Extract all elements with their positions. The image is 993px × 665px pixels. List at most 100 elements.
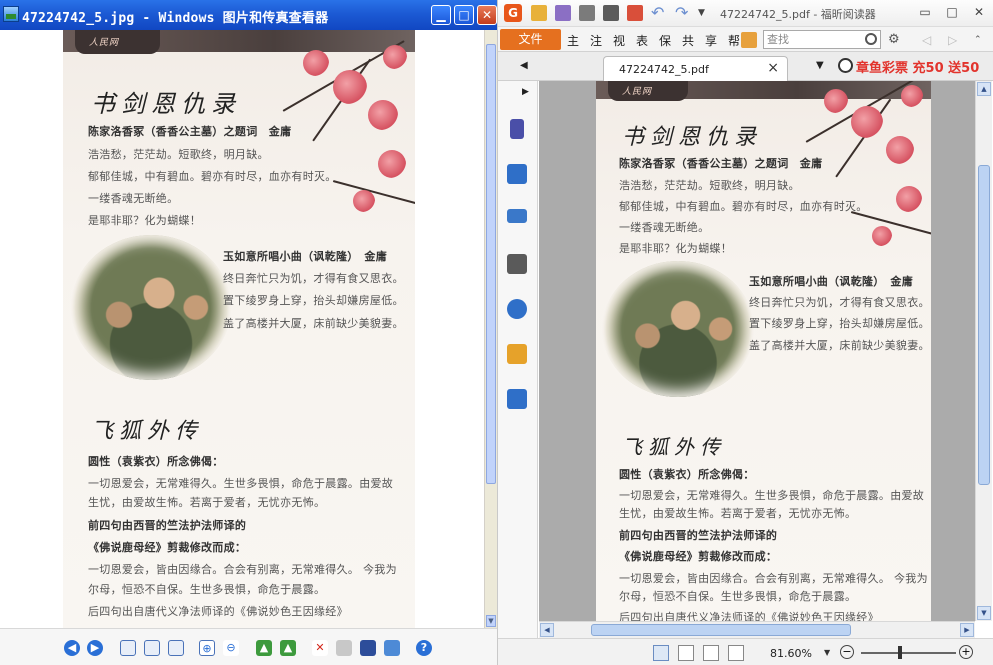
blossom-decoration bbox=[303, 50, 329, 76]
zoom-in-button[interactable]: + bbox=[959, 645, 973, 659]
ribbon-collapse-icon[interactable]: ⌃ bbox=[974, 32, 990, 48]
new-document-icon[interactable] bbox=[627, 5, 643, 21]
scroll-down-arrow[interactable]: ▼ bbox=[486, 615, 496, 627]
drama-portrait bbox=[602, 261, 754, 397]
zoom-slider[interactable] bbox=[861, 652, 956, 654]
pages-icon[interactable] bbox=[507, 164, 527, 184]
horizontal-scrollbar[interactable]: ◀ ▶ bbox=[539, 621, 975, 638]
blossom-decoration bbox=[368, 100, 398, 130]
document-tab-label: 47224742_5.pdf bbox=[619, 63, 709, 76]
section2-line: 一切恩爱会，皆由因缘合。合会有别离，无常难得久。 今我为 bbox=[88, 563, 397, 576]
pdf-viewport[interactable]: 人民网 书剑恩仇录 陈家洛香冢（香香公主墓）之题词 金庸 浩浩愁，茫茫劫。短歌终… bbox=[539, 81, 975, 621]
prev-image-icon[interactable]: ◀ bbox=[64, 640, 80, 656]
tab-comment[interactable]: 注 bbox=[590, 32, 602, 49]
actual-size-icon[interactable] bbox=[144, 640, 160, 656]
properties-icon[interactable] bbox=[603, 5, 619, 21]
close-tab-icon[interactable]: × bbox=[767, 60, 779, 76]
next-image-icon[interactable]: ▶ bbox=[87, 640, 103, 656]
tab-list-icon[interactable]: ▼ bbox=[816, 60, 824, 71]
poem2-title: 玉如意所唱小曲（讽乾隆） 金庸 bbox=[749, 275, 913, 288]
continuous-facing-view-icon[interactable] bbox=[728, 645, 744, 661]
ad-banner[interactable]: 章鱼彩票 充50 送50 bbox=[856, 57, 979, 76]
zoom-out-button[interactable]: − bbox=[840, 645, 854, 659]
search-placeholder: 查找 bbox=[767, 33, 789, 46]
bookmark-icon[interactable] bbox=[510, 119, 524, 139]
vertical-scrollbar[interactable]: ▲ ▼ bbox=[975, 81, 992, 621]
save-icon[interactable] bbox=[360, 640, 376, 656]
maximize-button[interactable]: □ bbox=[454, 5, 474, 25]
heading-shujian: 书剑恩仇录 bbox=[91, 90, 241, 118]
page-logo: 人民网 bbox=[622, 87, 653, 97]
scrollbar-thumb[interactable] bbox=[486, 44, 496, 484]
section2-line: 前四句由西晋的竺法护法师译的 bbox=[88, 519, 247, 532]
tab-protect[interactable]: 保 bbox=[659, 32, 671, 49]
redo-icon[interactable]: ↷ bbox=[675, 5, 691, 21]
vertical-scrollbar[interactable]: ▼ bbox=[484, 30, 497, 628]
facing-view-icon[interactable] bbox=[703, 645, 719, 661]
best-fit-icon[interactable] bbox=[120, 640, 136, 656]
blossom-decoration bbox=[383, 45, 407, 69]
document-tab[interactable]: 47224742_5.pdf × bbox=[603, 56, 788, 81]
search-icon[interactable] bbox=[865, 33, 877, 45]
scroll-right-arrow[interactable]: ▶ bbox=[960, 623, 974, 637]
single-page-view-icon[interactable] bbox=[653, 645, 669, 661]
photo-viewer-titlebar[interactable]: 47224742_5.jpg - Windows 图片和传真查看器 ▁ □ ✕ bbox=[0, 0, 497, 30]
tab-view[interactable]: 视 bbox=[613, 32, 625, 49]
close-button[interactable]: ✕ bbox=[477, 5, 497, 25]
close-button[interactable]: ✕ bbox=[971, 4, 987, 20]
section2-line: 前四句由西晋的竺法护法师译的 bbox=[619, 529, 778, 542]
comments-icon[interactable] bbox=[507, 254, 527, 274]
blossom-decoration bbox=[896, 186, 922, 212]
panel-expand-icon[interactable]: ▶ bbox=[522, 87, 529, 97]
find-documents-icon[interactable] bbox=[741, 32, 757, 48]
continuous-view-icon[interactable] bbox=[678, 645, 694, 661]
open-folder-icon[interactable] bbox=[531, 5, 547, 21]
minimize-button[interactable]: ▁ bbox=[431, 5, 451, 25]
section2-line: 一切恩爱会，无常难得久。生世多畏惧，命危于晨露。由爱故 bbox=[619, 489, 925, 502]
slideshow-icon[interactable] bbox=[168, 640, 184, 656]
scroll-down-arrow[interactable]: ▼ bbox=[977, 606, 991, 620]
tab-scroll-left-icon[interactable]: ◀ bbox=[520, 60, 528, 71]
zoom-slider-handle[interactable] bbox=[898, 646, 902, 659]
tab-help[interactable]: 帮 bbox=[728, 32, 740, 49]
signature-icon[interactable] bbox=[507, 389, 527, 409]
delete-icon[interactable]: ✕ bbox=[312, 640, 328, 656]
next-page-icon[interactable]: ▷ bbox=[948, 32, 964, 48]
poem1-line: 浩浩愁，茫茫劫。短歌终，明月缺。 bbox=[619, 179, 800, 192]
help-icon[interactable]: ? bbox=[416, 640, 432, 656]
scroll-up-arrow[interactable]: ▲ bbox=[977, 82, 991, 96]
security-icon[interactable] bbox=[507, 344, 527, 364]
tab-file[interactable]: 文件 bbox=[500, 29, 561, 50]
tab-form[interactable]: 表 bbox=[636, 32, 648, 49]
layers-icon[interactable] bbox=[507, 209, 527, 223]
zoom-dropdown-icon[interactable]: ▼ bbox=[824, 648, 830, 657]
blossom-decoration bbox=[901, 85, 923, 107]
foxit-titlebar[interactable]: G ↶ ↷ ▼ 47224742_5.pdf - 福昕阅读器 ▭ □ ✕ bbox=[498, 0, 993, 27]
zoom-level[interactable]: 81.60% bbox=[770, 647, 812, 660]
gear-icon[interactable]: ⚙ bbox=[888, 32, 904, 48]
tab-share-2[interactable]: 享 bbox=[705, 32, 717, 49]
print-icon[interactable] bbox=[579, 5, 595, 21]
search-input[interactable]: 查找 bbox=[763, 30, 881, 49]
attachment-icon[interactable] bbox=[507, 299, 527, 319]
rotate-cw-icon[interactable]: ▲ bbox=[256, 640, 272, 656]
scroll-left-arrow[interactable]: ◀ bbox=[540, 623, 554, 637]
scrollbar-thumb[interactable] bbox=[978, 165, 990, 485]
section2-line: 后四句出自唐代义净法师译的《佛说妙色王因缘经》 bbox=[619, 611, 879, 621]
undo-icon[interactable]: ↶ bbox=[651, 5, 667, 21]
restore-button[interactable]: □ bbox=[944, 4, 960, 20]
minimize-button[interactable]: ▭ bbox=[917, 4, 933, 20]
scrollbar-thumb[interactable] bbox=[591, 624, 851, 636]
rotate-ccw-icon[interactable]: ▲ bbox=[280, 640, 296, 656]
zoom-out-icon[interactable]: ⊖ bbox=[223, 640, 239, 656]
prev-page-icon[interactable]: ◁ bbox=[922, 32, 938, 48]
save-icon[interactable] bbox=[555, 5, 571, 21]
section2-line: 尔母，恒恐不自保。生世多畏惧，命危于晨露。 bbox=[619, 590, 857, 603]
edit-icon[interactable] bbox=[384, 640, 400, 656]
tab-share[interactable]: 共 bbox=[682, 32, 694, 49]
tab-home[interactable]: 主 bbox=[567, 32, 579, 49]
quick-access-menu-icon[interactable]: ▼ bbox=[698, 5, 714, 21]
section2-line: 生忧，由爱故生怖。若离于爱者，无忧亦无怖。 bbox=[619, 507, 857, 520]
zoom-in-icon[interactable]: ⊕ bbox=[199, 640, 215, 656]
print-icon[interactable] bbox=[336, 640, 352, 656]
